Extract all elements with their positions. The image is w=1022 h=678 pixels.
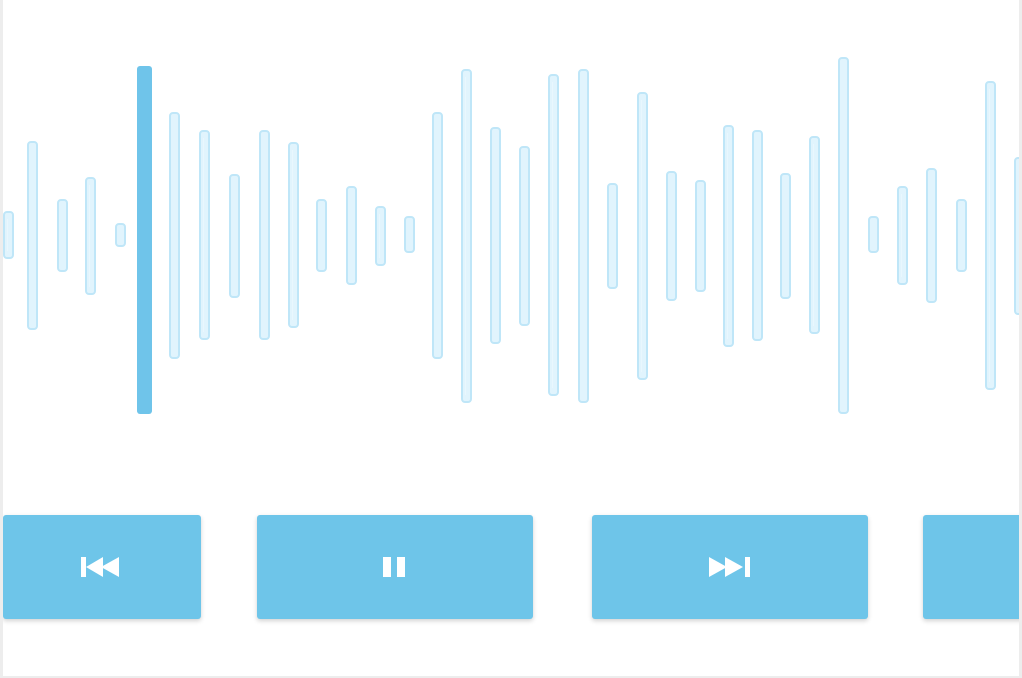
waveform-bar bbox=[229, 174, 240, 298]
waveform-bar bbox=[316, 199, 327, 272]
waveform-bar bbox=[578, 69, 589, 403]
waveform-bar bbox=[288, 142, 299, 328]
waveform-bar bbox=[346, 186, 357, 285]
waveform-bar bbox=[490, 127, 501, 344]
extra-control-button[interactable] bbox=[923, 515, 1019, 619]
waveform-bar bbox=[432, 112, 443, 359]
waveform-bar bbox=[1014, 157, 1019, 315]
waveform-bar bbox=[199, 130, 210, 340]
waveform-guide-line bbox=[3, 127, 1019, 128]
skip-previous-icon bbox=[78, 553, 126, 581]
waveform-bar bbox=[27, 141, 38, 330]
waveform-bar bbox=[897, 186, 908, 285]
waveform-bar bbox=[868, 216, 879, 253]
waveform-bar bbox=[695, 180, 706, 292]
waveform-bar bbox=[115, 223, 126, 247]
waveform-bar bbox=[809, 136, 820, 334]
waveform-bar bbox=[723, 125, 734, 347]
waveform-bar bbox=[956, 199, 967, 272]
waveform-bar bbox=[3, 211, 14, 259]
player-frame bbox=[0, 0, 1022, 678]
waveform-bar bbox=[259, 130, 270, 340]
waveform-bar bbox=[404, 216, 415, 253]
waveform-bar bbox=[607, 183, 618, 289]
waveform-bar bbox=[752, 130, 763, 341]
waveform-bar bbox=[666, 171, 677, 301]
next-button[interactable] bbox=[592, 515, 868, 619]
pause-icon bbox=[371, 553, 419, 581]
skip-next-icon bbox=[706, 553, 754, 581]
waveform-bar bbox=[461, 69, 472, 403]
pause-button[interactable] bbox=[257, 515, 533, 619]
audio-waveform[interactable] bbox=[3, 0, 1019, 460]
waveform-bar bbox=[926, 168, 937, 303]
waveform-bar bbox=[57, 199, 68, 272]
waveform-bar bbox=[637, 92, 648, 380]
waveform-bar bbox=[985, 81, 996, 390]
waveform-bar bbox=[780, 173, 791, 299]
waveform-bar bbox=[519, 146, 530, 326]
waveform-bar bbox=[548, 74, 559, 396]
playhead-marker[interactable] bbox=[137, 66, 152, 414]
previous-button[interactable] bbox=[3, 515, 201, 619]
waveform-bar bbox=[169, 112, 180, 359]
waveform-bar bbox=[838, 57, 849, 414]
waveform-bar bbox=[375, 206, 386, 266]
player-controls bbox=[3, 515, 1019, 621]
waveform-bar bbox=[85, 177, 96, 295]
